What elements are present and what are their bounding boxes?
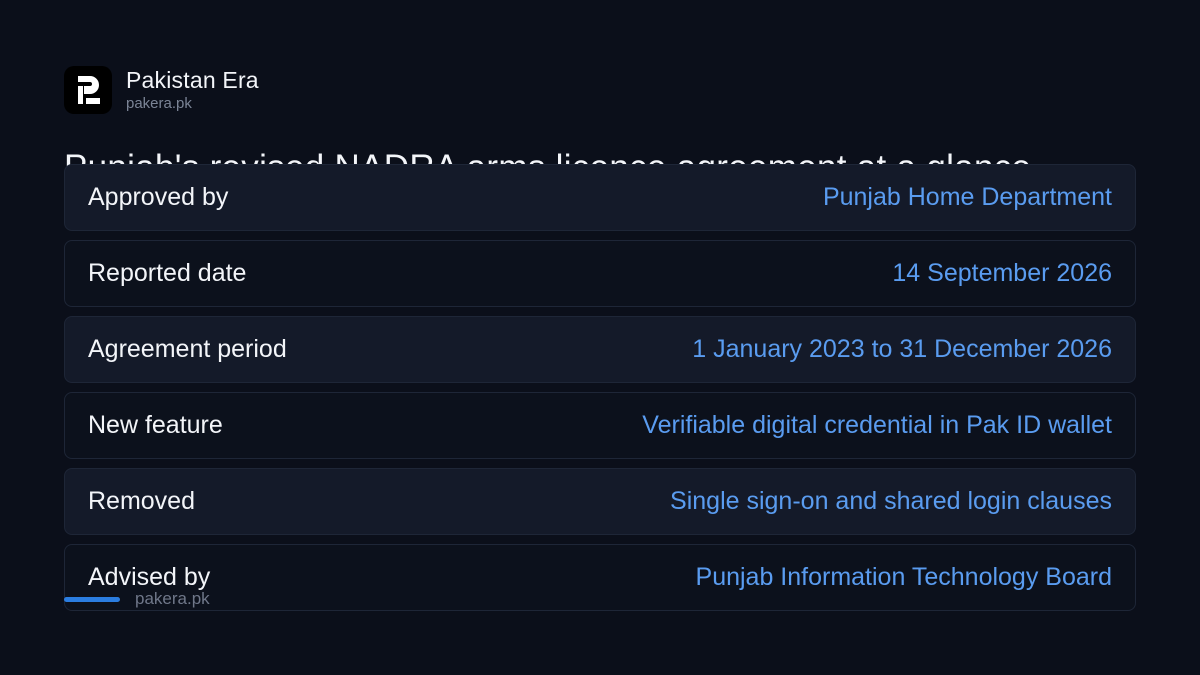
info-row-removed: Removed Single sign-on and shared login … <box>64 468 1136 535</box>
row-value: 1 January 2023 to 31 December 2026 <box>692 335 1112 363</box>
brand-header: Pakistan Era pakera.pk <box>64 66 259 114</box>
accent-bar <box>64 596 120 602</box>
brand-name: Pakistan Era <box>126 67 259 93</box>
row-value: Verifiable digital credential in Pak ID … <box>642 411 1112 439</box>
info-row-approved-by: Approved by Punjab Home Department <box>64 164 1136 231</box>
info-row-new-feature: New feature Verifiable digital credentia… <box>64 392 1136 459</box>
row-value: Single sign-on and shared login clauses <box>670 487 1112 515</box>
info-row-agreement-period: Agreement period 1 January 2023 to 31 De… <box>64 316 1136 383</box>
info-table: Approved by Punjab Home Department Repor… <box>64 164 1136 620</box>
info-row-advised-by: Advised by Punjab Information Technology… <box>64 544 1136 611</box>
row-value: Punjab Information Technology Board <box>695 563 1112 591</box>
row-label: Approved by <box>88 183 229 211</box>
row-label: New feature <box>88 411 223 439</box>
pakistan-era-logo-icon <box>64 66 112 114</box>
footer-domain: pakera.pk <box>135 589 210 608</box>
row-value: 14 September 2026 <box>892 259 1112 287</box>
row-label: Agreement period <box>88 335 287 363</box>
footer: pakera.pk <box>64 588 210 610</box>
row-label: Reported date <box>88 259 247 287</box>
row-value: Punjab Home Department <box>822 183 1112 211</box>
row-label: Removed <box>88 487 195 515</box>
brand-domain: pakera.pk <box>126 95 192 112</box>
info-row-reported-date: Reported date 14 September 2026 <box>64 240 1136 307</box>
